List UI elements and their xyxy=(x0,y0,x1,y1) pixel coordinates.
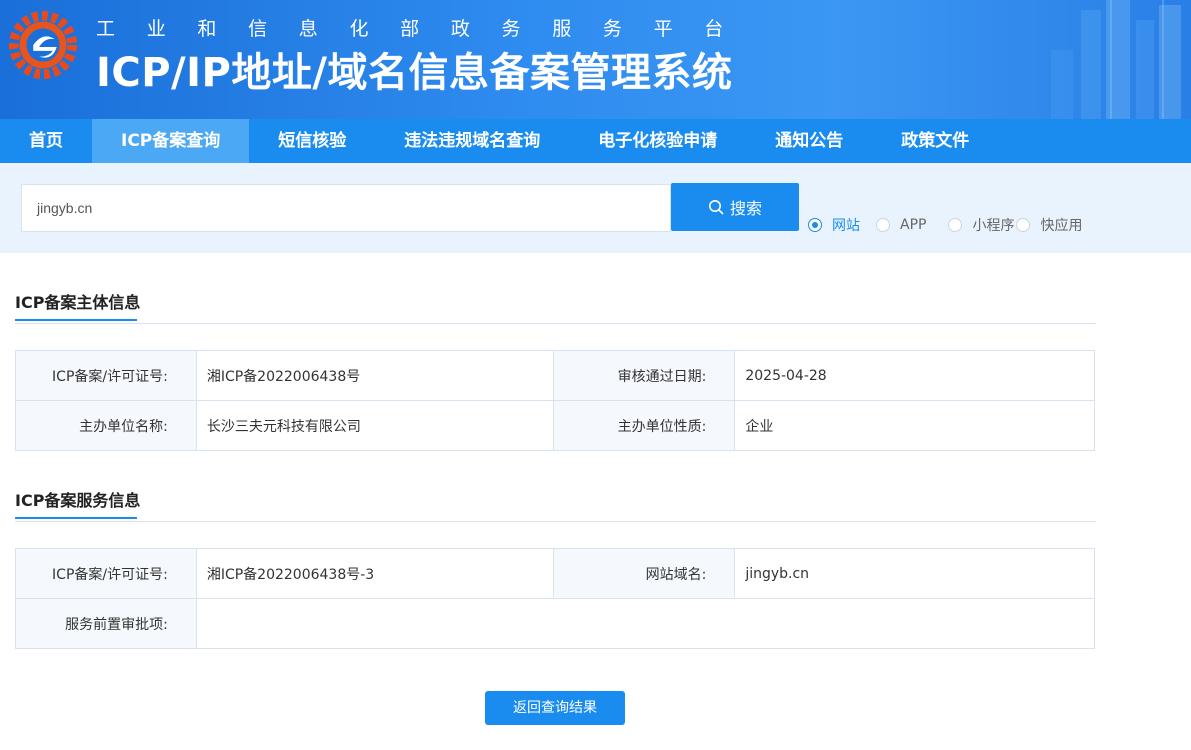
section-title-text: ICP备案服务信息 xyxy=(15,491,141,510)
radio-label: 网站 xyxy=(832,218,860,234)
subtitle-char: 部 xyxy=(400,18,420,40)
subtitle-char: 台 xyxy=(704,18,724,40)
header-banner: 工 业 和 信 息 化 部 政 务 服 务 平 台 ICP/IP地址/域名信息备案管理系统 xyxy=(0,0,1191,119)
subtitle-char: 息 xyxy=(298,18,318,40)
back-to-results-button[interactable]: 返回查询结果 xyxy=(485,691,625,725)
section-title-service: ICP备案服务信息 xyxy=(15,487,141,519)
table-row: 主办单位名称: 长沙三夫元科技有限公司 主办单位性质: 企业 xyxy=(15,400,1095,451)
radio-mini-program[interactable]: 小程序 xyxy=(948,215,1014,235)
license-label: ICP备案/许可证号: xyxy=(15,350,197,401)
subject-info-table: ICP备案/许可证号: 湘ICP备2022006438号 审核通过日期: 202… xyxy=(15,350,1095,451)
miit-logo xyxy=(8,10,78,80)
service-license-label: ICP备案/许可证号: xyxy=(15,548,197,599)
search-type-radios: 网站 APP 小程序 快应用 xyxy=(808,215,1090,235)
org-type-label: 主办单位性质: xyxy=(552,400,736,451)
search-area: jingyb.cn 搜索 网站 APP 小程序 快应用 xyxy=(0,163,1191,253)
city-skyline-decoration xyxy=(1051,0,1181,119)
subtitle-char: 和 xyxy=(197,18,217,40)
radio-quick-app[interactable]: 快应用 xyxy=(1016,215,1082,235)
nav-item-notices[interactable]: 通知公告 xyxy=(746,119,872,163)
table-row: ICP备案/许可证号: 湘ICP备2022006438号 审核通过日期: 202… xyxy=(15,350,1095,401)
subtitle-char: 业 xyxy=(146,18,166,40)
nav-item-illegal-domain[interactable]: 违法违规域名查询 xyxy=(375,119,569,163)
radio-dot-icon xyxy=(948,218,963,232)
radio-dot-icon xyxy=(876,218,890,232)
search-icon xyxy=(708,200,724,215)
nav-item-home[interactable]: 首页 xyxy=(0,119,92,163)
system-title: ICP/IP地址/域名信息备案管理系统 xyxy=(96,50,733,96)
section-underline xyxy=(15,517,137,519)
license-value: 湘ICP备2022006438号 xyxy=(195,350,554,401)
table-row: ICP备案/许可证号: 湘ICP备2022006438号-3 网站域名: jin… xyxy=(15,548,1095,599)
org-name-value: 长沙三夫元科技有限公司 xyxy=(195,400,554,451)
approve-date-label: 审核通过日期: xyxy=(552,350,736,401)
service-license-value: 湘ICP备2022006438号-3 xyxy=(195,548,554,599)
search-input[interactable]: jingyb.cn xyxy=(21,184,671,232)
nav-item-policies[interactable]: 政策文件 xyxy=(872,119,998,163)
subtitle-char: 工 xyxy=(96,18,116,40)
main-nav: 首页 ICP备案查询 短信核验 违法违规域名查询 电子化核验申请 通知公告 政策… xyxy=(0,119,1191,163)
section-divider xyxy=(15,521,1096,522)
section-title-text: ICP备案主体信息 xyxy=(15,293,141,312)
org-name-label: 主办单位名称: xyxy=(15,400,197,451)
section-divider xyxy=(15,323,1096,324)
section-title-subject: ICP备案主体信息 xyxy=(15,289,141,321)
domain-label: 网站域名: xyxy=(552,548,736,599)
subtitle-char: 务 xyxy=(501,18,521,40)
table-row: 服务前置审批项: xyxy=(15,598,1096,649)
nav-item-icp-query[interactable]: ICP备案查询 xyxy=(92,119,250,163)
subtitle-char: 信 xyxy=(248,18,268,40)
subtitle-char: 化 xyxy=(349,18,369,40)
pre-approval-label: 服务前置审批项: xyxy=(15,598,197,649)
subtitle-char: 平 xyxy=(653,18,673,40)
subtitle-char: 服 xyxy=(552,18,572,40)
radio-app[interactable]: APP xyxy=(876,217,926,233)
radio-label: 快应用 xyxy=(1040,218,1083,234)
ministry-subtitle: 工业和信息化部政务服务平台 xyxy=(96,14,755,41)
nav-item-sms-verify[interactable]: 短信核验 xyxy=(249,119,375,163)
radio-dot-icon xyxy=(1016,218,1031,232)
section-underline xyxy=(15,319,137,321)
org-type-value: 企业 xyxy=(734,400,1095,451)
service-info-table: ICP备案/许可证号: 湘ICP备2022006438号-3 网站域名: jin… xyxy=(15,548,1096,649)
search-button-label: 搜索 xyxy=(729,199,762,218)
subtitle-char: 政 xyxy=(450,18,470,40)
radio-website[interactable]: 网站 xyxy=(808,215,860,235)
approve-date-value: 2025-04-28 xyxy=(734,350,1095,401)
radio-dot-icon xyxy=(808,218,822,232)
nav-item-e-verify[interactable]: 电子化核验申请 xyxy=(569,119,746,163)
domain-value: jingyb.cn xyxy=(734,548,1095,599)
radio-label: 小程序 xyxy=(972,218,1015,234)
radio-label: APP xyxy=(900,217,927,233)
pre-approval-value xyxy=(195,598,1096,649)
subtitle-char: 务 xyxy=(602,18,622,40)
search-button[interactable]: 搜索 xyxy=(671,183,799,231)
